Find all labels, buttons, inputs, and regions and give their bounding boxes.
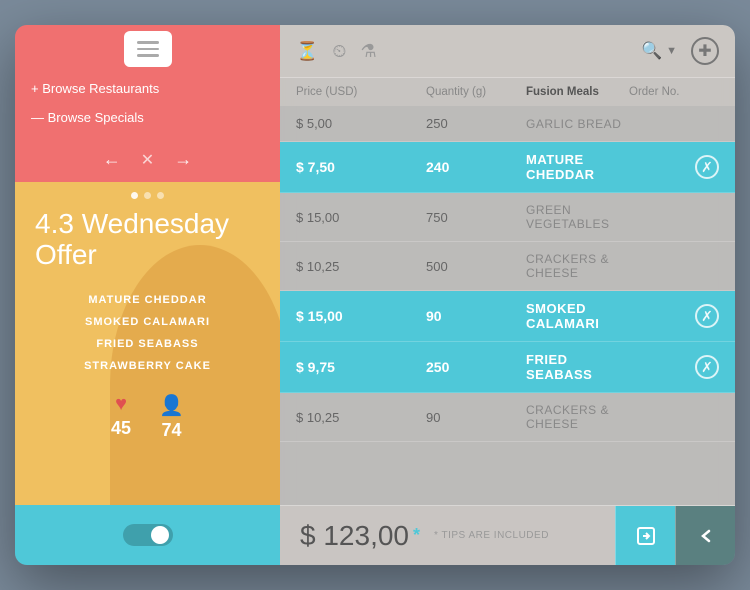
- cell-name: MATURE CHEDDAR: [526, 152, 629, 182]
- cell-name: CRACKERS & CHEESE: [526, 252, 629, 280]
- offer-item-4: STRAWBERRY CAKE: [35, 355, 260, 377]
- offer-item-1: MATURE CHEDDAR: [35, 289, 260, 311]
- offer-items-list: MATURE CHEDDAR SMOKED CALAMARI FRIED SEA…: [35, 289, 260, 377]
- search-icon: 🔍: [641, 41, 662, 61]
- browse-specials-label: — Browse Specials: [31, 110, 144, 125]
- top-bar: + Browse Restaurants — Browse Specials: [15, 25, 280, 141]
- cell-qty: 90: [426, 308, 526, 324]
- burger-menu-icon[interactable]: [124, 31, 172, 67]
- browse-specials-item[interactable]: — Browse Specials: [31, 108, 264, 127]
- back-icon: [695, 525, 717, 547]
- person-icon: 👤: [159, 393, 184, 418]
- cell-qty: 750: [426, 210, 526, 225]
- right-header: ⏳ ⏲ ⚗ 🔍 ▼ ✚: [280, 25, 735, 78]
- table-row: $ 10,25 500 CRACKERS & CHEESE: [280, 242, 735, 291]
- col-meal-header: Fusion Meals: [526, 86, 629, 98]
- cell-price: $ 9,75: [296, 359, 426, 375]
- remove-button[interactable]: ✗: [695, 355, 719, 379]
- export-icon: [635, 525, 657, 547]
- cell-price: $ 5,00: [296, 116, 426, 131]
- heart-icon: ♥: [115, 393, 127, 416]
- table-row: $ 15,00 90 SMOKED CALAMARI ✗: [280, 291, 735, 342]
- add-button[interactable]: ✚: [691, 37, 719, 65]
- followers-count: 74: [162, 420, 182, 441]
- cell-name: FRIED SEABASS: [526, 352, 629, 382]
- toggle-switch[interactable]: [123, 524, 173, 546]
- cell-price: $ 15,00: [296, 210, 426, 225]
- right-panel: ⏳ ⏲ ⚗ 🔍 ▼ ✚ Price (USD) Quantity (g) Fus…: [280, 25, 735, 565]
- offer-item-3: FRIED SEABASS: [35, 333, 260, 355]
- table-body: $ 5,00 250 GARLIC BREAD $ 7,50 240 MATUR…: [280, 106, 735, 505]
- search-wrapper[interactable]: 🔍 ▼: [641, 41, 677, 61]
- total-amount: $ 123,00: [300, 520, 409, 552]
- table-row: $ 5,00 250 GARLIC BREAD: [280, 106, 735, 142]
- likes-count: 45: [111, 418, 131, 439]
- cell-name: GARLIC BREAD: [526, 117, 629, 131]
- cell-qty: 90: [426, 410, 526, 425]
- cell-qty: 500: [426, 259, 526, 274]
- total-asterisk: *: [413, 525, 420, 546]
- social-stats: ♥ 45 👤 74: [35, 393, 260, 441]
- back-arrow[interactable]: ←: [103, 149, 121, 170]
- cell-price: $ 10,25: [296, 259, 426, 274]
- cell-name: CRACKERS & CHEESE: [526, 403, 629, 431]
- table-row: $ 10,25 90 CRACKERS & CHEESE: [280, 393, 735, 442]
- back-button[interactable]: [675, 506, 735, 566]
- close-button[interactable]: ✕: [141, 150, 154, 170]
- cell-price: $ 7,50: [296, 159, 426, 175]
- col-qty-header: Quantity (g): [426, 86, 526, 98]
- browse-restaurants-item[interactable]: + Browse Restaurants: [31, 79, 264, 98]
- col-order-header: Order No.: [629, 86, 719, 98]
- cell-name: GREEN VEGETABLES: [526, 203, 629, 231]
- nav-arrows: ← ✕ →: [15, 141, 280, 182]
- col-price-header: Price (USD): [296, 86, 426, 98]
- remove-button[interactable]: ✗: [695, 304, 719, 328]
- column-headers: Price (USD) Quantity (g) Fusion Meals Or…: [280, 78, 735, 106]
- followers-stat: 👤 74: [159, 393, 184, 441]
- forward-arrow[interactable]: →: [174, 149, 192, 170]
- cell-qty: 250: [426, 116, 526, 131]
- tips-note: * TIPS ARE INCLUDED: [434, 530, 549, 541]
- card-content: 4.3 Wednesday Offer MATURE CHEDDAR SMOKE…: [15, 199, 280, 451]
- clock-icon[interactable]: ⏲: [332, 41, 346, 62]
- search-chevron-icon: ▼: [666, 45, 677, 57]
- offer-title: 4.3 Wednesday Offer: [35, 209, 260, 271]
- table-row: $ 9,75 250 FRIED SEABASS ✗: [280, 342, 735, 393]
- table-row: $ 7,50 240 MATURE CHEDDAR ✗: [280, 142, 735, 193]
- browse-restaurants-label: + Browse Restaurants: [31, 81, 159, 96]
- remove-button[interactable]: ✗: [695, 155, 719, 179]
- cell-name: SMOKED CALAMARI: [526, 301, 629, 331]
- cell-qty: 250: [426, 359, 526, 375]
- left-panel: + Browse Restaurants — Browse Specials ←…: [15, 25, 280, 565]
- app-container: + Browse Restaurants — Browse Specials ←…: [15, 25, 735, 565]
- likes-stat: ♥ 45: [111, 393, 131, 441]
- table-row: $ 15,00 750 GREEN VEGETABLES: [280, 193, 735, 242]
- history-icon[interactable]: ⏳: [296, 41, 318, 62]
- cell-price: $ 15,00: [296, 308, 426, 324]
- cell-qty: 240: [426, 159, 526, 175]
- flask-icon[interactable]: ⚗: [360, 41, 376, 62]
- cell-price: $ 10,25: [296, 410, 426, 425]
- offer-card: 4.3 Wednesday Offer MATURE CHEDDAR SMOKE…: [15, 182, 280, 505]
- bottom-right-footer: $ 123,00 * * TIPS ARE INCLUDED: [280, 505, 735, 565]
- export-button[interactable]: [615, 506, 675, 566]
- total-section: $ 123,00 * * TIPS ARE INCLUDED: [280, 520, 615, 552]
- offer-item-2: SMOKED CALAMARI: [35, 311, 260, 333]
- toggle-thumb: [151, 526, 169, 544]
- bottom-left-controls: [15, 505, 280, 565]
